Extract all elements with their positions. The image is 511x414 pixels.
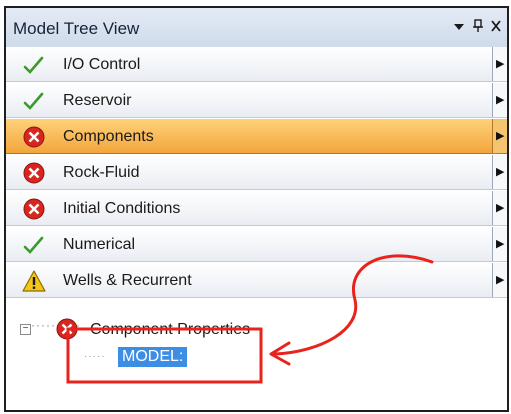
check-icon	[22, 234, 46, 256]
expand-arrow-icon[interactable]: ▶	[492, 227, 507, 261]
nav-item-label: Rock-Fluid	[63, 164, 140, 181]
error-icon	[55, 318, 79, 340]
nav-item-label: Initial Conditions	[63, 200, 181, 217]
expand-arrow-icon[interactable]: ▶	[492, 83, 507, 117]
panel-titlebar: Model Tree View	[6, 8, 507, 48]
nav-item-reservoir[interactable]: Reservoir ▶	[6, 83, 507, 118]
nav-item-rock-fluid[interactable]: Rock-Fluid ▶	[6, 155, 507, 190]
nav-item-label: I/O Control	[63, 56, 141, 73]
model-tree-panel: Model Tree View I/O Control ▶ Reservoir …	[4, 6, 509, 412]
dropdown-icon[interactable]	[453, 16, 465, 42]
nav-item-label: Wells & Recurrent	[63, 272, 192, 289]
check-icon	[22, 90, 46, 112]
nav-item-wells-recurrent[interactable]: Wells & Recurrent ▶	[6, 263, 507, 298]
expand-arrow-icon[interactable]: ▶	[492, 119, 507, 153]
nav-item-label: Numerical	[63, 236, 136, 253]
expand-arrow-icon[interactable]: ▶	[492, 191, 507, 225]
error-icon	[22, 198, 46, 220]
nav-item-initial-conditions[interactable]: Initial Conditions ▶	[6, 191, 507, 226]
tree-view: − ·········· Component Properties ····· …	[6, 313, 507, 410]
tree-connector: ·····	[84, 351, 106, 362]
pin-icon[interactable]	[472, 16, 484, 42]
tree-node-model[interactable]: MODEL:	[118, 347, 188, 367]
nav-item-label: Reservoir	[63, 92, 132, 109]
panel-title: Model Tree View	[13, 19, 140, 38]
nav-item-label: Components	[63, 128, 154, 145]
expand-arrow-icon[interactable]: ▶	[492, 155, 507, 189]
check-icon	[22, 54, 46, 76]
nav-item-numerical[interactable]: Numerical ▶	[6, 227, 507, 262]
warning-icon	[22, 270, 46, 292]
nav-item-io-control[interactable]: I/O Control ▶	[6, 47, 507, 82]
expand-arrow-icon[interactable]: ▶	[492, 263, 507, 297]
expand-arrow-icon[interactable]: ▶	[492, 47, 507, 81]
collapse-toggle-icon[interactable]: −	[20, 324, 31, 335]
tree-node-component-properties[interactable]: Component Properties	[90, 321, 250, 339]
close-icon[interactable]	[490, 16, 502, 42]
nav-item-components[interactable]: Components ▶	[6, 119, 507, 154]
error-icon	[22, 126, 46, 148]
error-icon	[22, 162, 46, 184]
